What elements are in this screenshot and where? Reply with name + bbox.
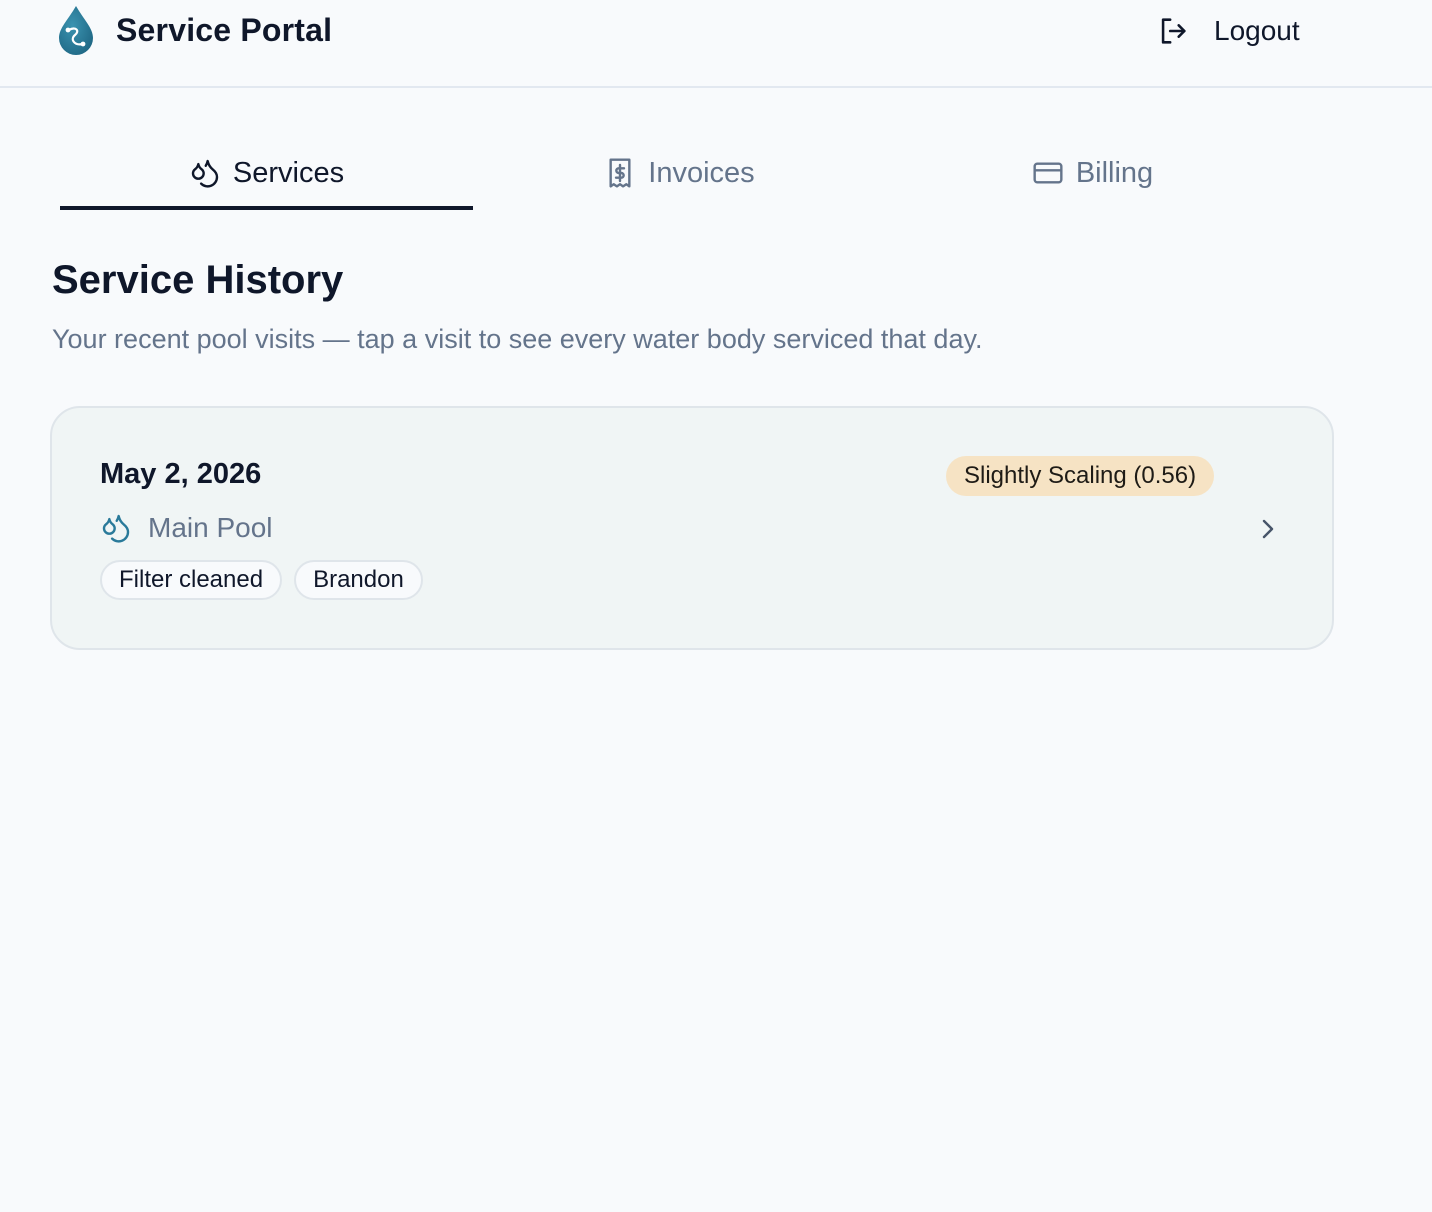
logout-icon (1161, 18, 1186, 44)
visit-date: May 2, 2026 (100, 458, 262, 490)
credit-card-icon (1033, 162, 1063, 184)
tag-chip: Filter cleaned (100, 560, 283, 600)
tab-services-label: Services (232, 156, 345, 189)
visit-card[interactable]: May 2, 2026 Slightly Scaling (0.56) Main… (50, 406, 1334, 650)
visit-tags: Filter cleaned Brandon (100, 560, 435, 600)
tab-invoices[interactable]: Invoices (473, 140, 886, 210)
tag-chip: Brandon (294, 560, 423, 600)
tab-services[interactable]: Services (60, 140, 473, 210)
water-drop-logo-icon (59, 6, 93, 55)
tab-bar: Services Invoices Billing (60, 140, 1300, 212)
page-title: Service History (52, 258, 344, 302)
droplets-icon (191, 159, 219, 188)
logout-label: Logout (1214, 15, 1300, 46)
receipt-icon (609, 158, 631, 188)
droplets-icon (102, 514, 130, 543)
tab-billing[interactable]: Billing (886, 140, 1299, 210)
water-body: Main Pool (100, 508, 273, 548)
page-subtitle: Your recent pool visits — tap a visit to… (52, 324, 983, 354)
logout-button[interactable]: Logout (1156, 12, 1300, 50)
chevron-right-icon (1262, 519, 1274, 539)
water-body-name: Main Pool (148, 512, 273, 543)
app-title: Service Portal (116, 11, 333, 48)
status-badge: Slightly Scaling (0.56) (946, 456, 1215, 496)
brand: Service Portal (56, 4, 332, 56)
app-header: Service Portal Logout (0, 0, 1432, 88)
tab-billing-label: Billing (1075, 156, 1154, 189)
tab-invoices-label: Invoices (648, 156, 755, 189)
